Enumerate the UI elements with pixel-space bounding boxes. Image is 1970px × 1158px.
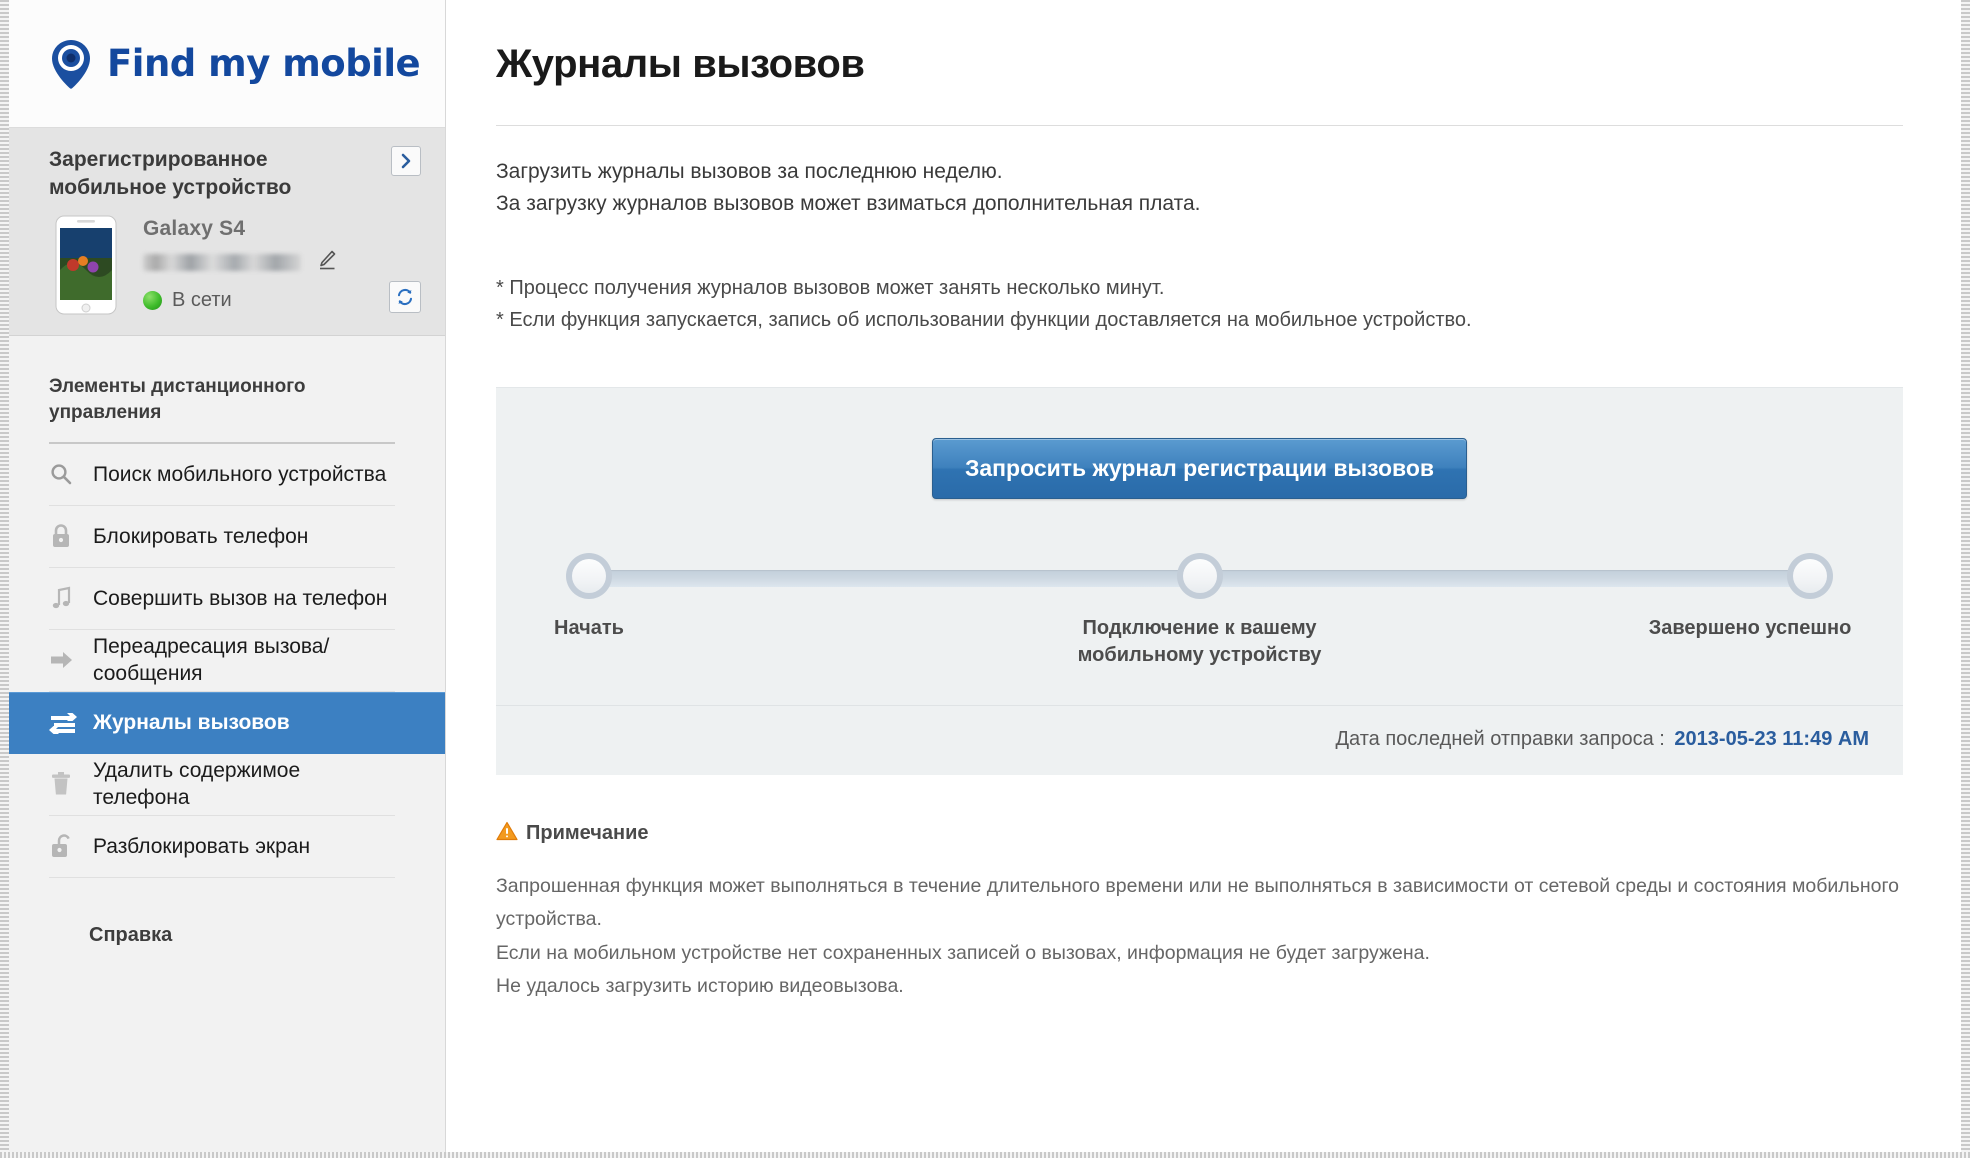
sidebar-item-label: Разблокировать экран — [93, 834, 311, 858]
device-name: Galaxy S4 — [143, 217, 246, 241]
search-icon — [49, 462, 83, 486]
page-root: Find my mobile Зарегистрированное мобиль… — [0, 0, 1970, 1158]
chevron-right-glyph — [401, 153, 411, 169]
arrow-right-icon — [49, 649, 83, 671]
page-left-edge-texture — [0, 0, 9, 1158]
notice-line-3: Не удалось загрузить историю видеовызова… — [496, 975, 904, 998]
registered-device-title: Зарегистрированное мобильное устройство — [49, 148, 292, 199]
device-status: В сети — [143, 289, 423, 312]
notice-title: Примечание — [526, 821, 649, 844]
device-status-label: В сети — [172, 289, 232, 312]
progress-panel: Запросить журнал регистрации вызовов Нач… — [496, 386, 1903, 775]
sidebar-item-call-logs[interactable]: Журналы вызовов — [9, 691, 445, 754]
pencil-edit-icon[interactable] — [317, 249, 337, 276]
chevron-right-icon[interactable] — [391, 146, 421, 176]
notice-line-2: Если на мобильном устройстве нет сохране… — [496, 941, 1430, 964]
main-content: Журналы вызовов Загрузить журналы вызово… — [446, 0, 1961, 1152]
music-note-icon — [49, 585, 83, 611]
title-divider — [496, 125, 1903, 126]
request-call-log-button[interactable]: Запросить журнал регистрации вызовов — [931, 437, 1468, 499]
sidebar-item-lock-phone[interactable]: Блокировать телефон — [49, 506, 395, 568]
sidebar-item-wipe-phone[interactable]: Удалить содержимое телефона — [49, 754, 395, 816]
remote-controls-title: Элементы дистанционного управления — [49, 374, 395, 444]
registered-device-block: Зарегистрированное мобильное устройство — [9, 128, 445, 337]
remote-controls-section: Элементы дистанционного управления Поиск… — [9, 336, 445, 946]
refresh-glyph — [397, 289, 413, 306]
call-logs-icon — [49, 711, 83, 735]
refresh-icon[interactable] — [389, 281, 421, 314]
progress-step-label-2: Подключение к вашему мобильному устройст… — [1077, 616, 1322, 666]
device-row: Galaxy S4 В сети — [49, 215, 423, 315]
location-pin-icon — [49, 39, 93, 89]
sidebar-item-label: Поиск мобильного устройства — [93, 462, 387, 486]
page-bottom-edge-texture — [0, 1152, 1970, 1158]
sidebar-item-unlock-screen[interactable]: Разблокировать экран — [49, 816, 395, 878]
sidebar: Find my mobile Зарегистрированное мобиль… — [9, 0, 446, 1152]
page-right-edge-texture — [1961, 0, 1970, 1158]
progress-step-labels: Начать Подключение к вашему мобильному у… — [554, 615, 1851, 681]
progress-step-node-2[interactable] — [1176, 552, 1223, 599]
notice-line-1: Запрошенная функция может выполняться в … — [496, 874, 1899, 931]
brand-header: Find my mobile — [9, 0, 445, 128]
sidebar-item-ring-phone[interactable]: Совершить вызов на телефон — [49, 568, 395, 630]
sidebar-menu: Поиск мобильного устройства Блокировать … — [9, 444, 445, 878]
lock-icon — [49, 523, 83, 549]
progress-step-node-1[interactable] — [566, 552, 612, 599]
star-note-2: * Если функция запускается, запись об ис… — [496, 309, 1472, 332]
device-number-redacted — [143, 253, 301, 271]
intro-text: Загрузить журналы вызовов за последнюю н… — [496, 156, 1903, 220]
sidebar-item-label: Журналы вызовов — [93, 711, 290, 735]
sidebar-item-label: Совершить вызов на телефон — [93, 586, 388, 610]
sidebar-item-label: Блокировать телефон — [93, 524, 309, 548]
intro-line-2: За загрузку журналов вызовов может взима… — [496, 191, 1201, 215]
intro-line-1: Загрузить журналы вызовов за последнюю н… — [496, 160, 1003, 183]
progress-step-label-1: Начать — [554, 616, 624, 639]
star-note-1: * Процесс получения журналов вызовов мож… — [496, 276, 1165, 299]
last-request-label: Дата последней отправки запроса : — [1335, 727, 1665, 750]
device-info: Galaxy S4 В сети — [143, 215, 423, 315]
pencil-glyph — [320, 250, 336, 270]
sidebar-item-call-forwarding[interactable]: Переадресация вызова/ сообщения — [49, 630, 395, 692]
page-title: Журналы вызовов — [496, 42, 865, 86]
sidebar-item-locate-device[interactable]: Поиск мобильного устройства — [49, 444, 395, 506]
notice-header: Примечание — [496, 821, 1903, 846]
warning-triangle-icon — [496, 821, 518, 846]
brand-name: Find my mobile — [107, 42, 421, 85]
smartphone-image — [55, 215, 117, 315]
device-number-row — [143, 249, 423, 276]
progress-step-label-3: Завершено успешно — [1648, 616, 1852, 639]
sidebar-item-label: Переадресация вызова/ сообщения — [93, 634, 330, 686]
progress-step-node-3[interactable] — [1787, 552, 1833, 599]
last-request-row: Дата последней отправки запроса : 2013-0… — [496, 704, 1903, 775]
unlock-icon — [49, 833, 83, 859]
progress-steps-track — [566, 552, 1833, 599]
sidebar-help-title[interactable]: Справка — [89, 924, 417, 947]
trash-icon — [49, 771, 83, 797]
last-request-date: 2013-05-23 11:49 AM — [1674, 727, 1869, 750]
online-status-dot — [143, 291, 162, 311]
star-notes: * Процесс получения журналов вызовов мож… — [496, 272, 1903, 337]
notice-body: Запрошенная функция может выполняться в … — [496, 870, 1903, 1004]
sidebar-item-label: Удалить содержимое телефона — [93, 758, 301, 810]
request-button-row: Запросить журнал регистрации вызовов — [496, 388, 1903, 499]
